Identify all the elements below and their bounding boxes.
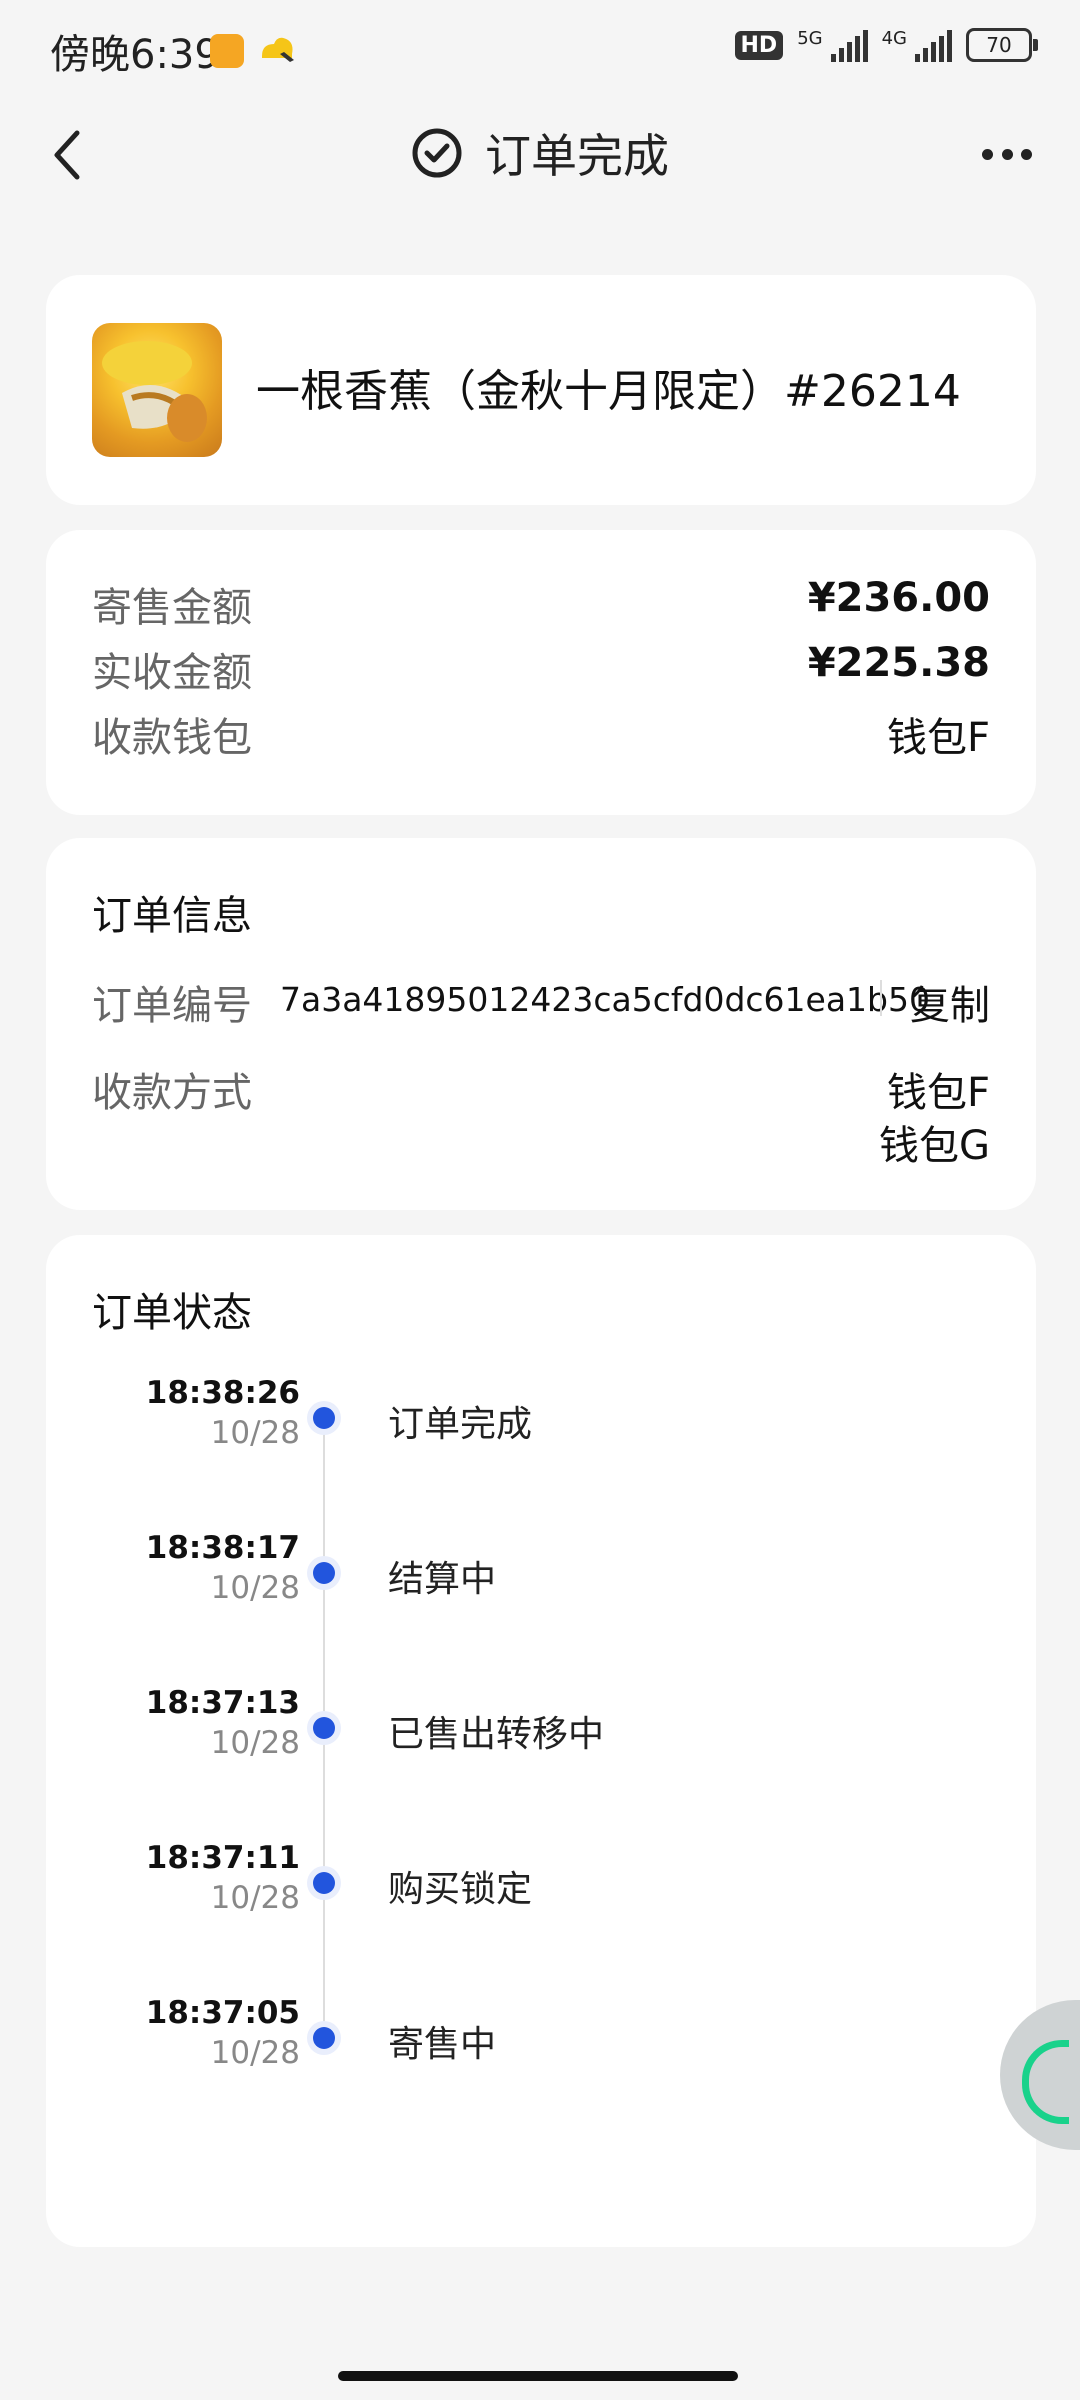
signal-icon [830,28,868,62]
timeline-label: 已售出转移中 [388,1714,605,1755]
timeline-date: 10/28 [210,1415,300,1451]
more-dot [1001,148,1013,160]
order-status-title: 订单状态 [92,1290,252,1336]
timeline-dot [313,2027,335,2049]
timeline-label: 寄售中 [388,2024,497,2065]
timeline-dot [313,1717,335,1739]
copy-button[interactable]: 复制 [910,973,990,1031]
net-4g: 4G [881,28,907,49]
sale-amount-label: 寄售金额 [92,585,252,631]
product-name: 一根香蕉（金秋十月限定）#26214 [256,366,961,417]
timeline-time: 18:37:11 [145,1840,300,1876]
payment-method-value-1: 钱包F [886,1070,990,1116]
timeline-date: 10/28 [210,2035,300,2071]
wallet-value: 钱包F [886,715,990,761]
hd-badge: HD [734,30,784,60]
more-dot [1021,148,1032,160]
timeline-time: 18:38:17 [145,1530,300,1566]
more-button[interactable] [982,142,1032,166]
sale-amount-value: ¥236.00 [807,575,990,621]
status-time: 傍晚6:39 [50,32,220,78]
copy-divider [880,980,882,1016]
timeline-label: 订单完成 [388,1404,533,1445]
notification-app-icon [210,34,244,68]
page-title: 订单完成 [485,129,669,183]
received-amount-label: 实收金额 [92,650,252,696]
timeline-label: 结算中 [388,1559,497,1600]
check-circle-icon [412,128,462,178]
notification-cloud-icon [258,32,296,66]
timeline-dot [313,1407,335,1429]
home-indicator[interactable] [338,2371,738,2381]
net-5g: 5G [797,28,823,49]
status-indicators: HD 5G 4G 70 [734,28,1038,62]
wallet-label: 收款钱包 [92,715,252,761]
timeline-time: 18:37:13 [145,1685,300,1721]
payment-method-label: 收款方式 [92,1070,252,1116]
order-status-card: 订单状态 18:38:26 10/28 订单完成 18:38:17 10/28 … [46,1235,1036,2247]
timeline-dot [313,1562,335,1584]
order-id-label: 订单编号 [92,983,252,1029]
timeline-time: 18:38:26 [145,1375,300,1411]
more-dot [982,148,993,160]
product-card: 一根香蕉（金秋十月限定）#26214 [46,275,1036,505]
nav-title-wrap: 订单完成 [0,120,1080,186]
signal-icon [915,28,952,62]
amounts-card: 寄售金额 ¥236.00 实收金额 ¥225.38 收款钱包 钱包F [46,530,1036,815]
timeline-date: 10/28 [210,1880,300,1916]
battery-icon: 70 [966,28,1038,62]
timeline-time: 18:37:05 [145,1995,300,2031]
timeline-date: 10/28 [210,1570,300,1606]
timeline-dot [313,1872,335,1894]
received-amount-value: ¥225.38 [807,640,990,686]
payment-method-value-2: 钱包G [879,1123,990,1169]
order-info-title: 订单信息 [92,893,252,939]
timeline-date: 10/28 [210,1725,300,1761]
product-image[interactable] [92,323,222,457]
order-info-card: 订单信息 订单编号 7a3a41895012423ca5cfd0dc61ea1b… [46,838,1036,1210]
timeline-label: 购买锁定 [388,1869,533,1910]
order-id-value: 7a3a41895012423ca5cfd0dc61ea1b50 [280,980,930,1019]
